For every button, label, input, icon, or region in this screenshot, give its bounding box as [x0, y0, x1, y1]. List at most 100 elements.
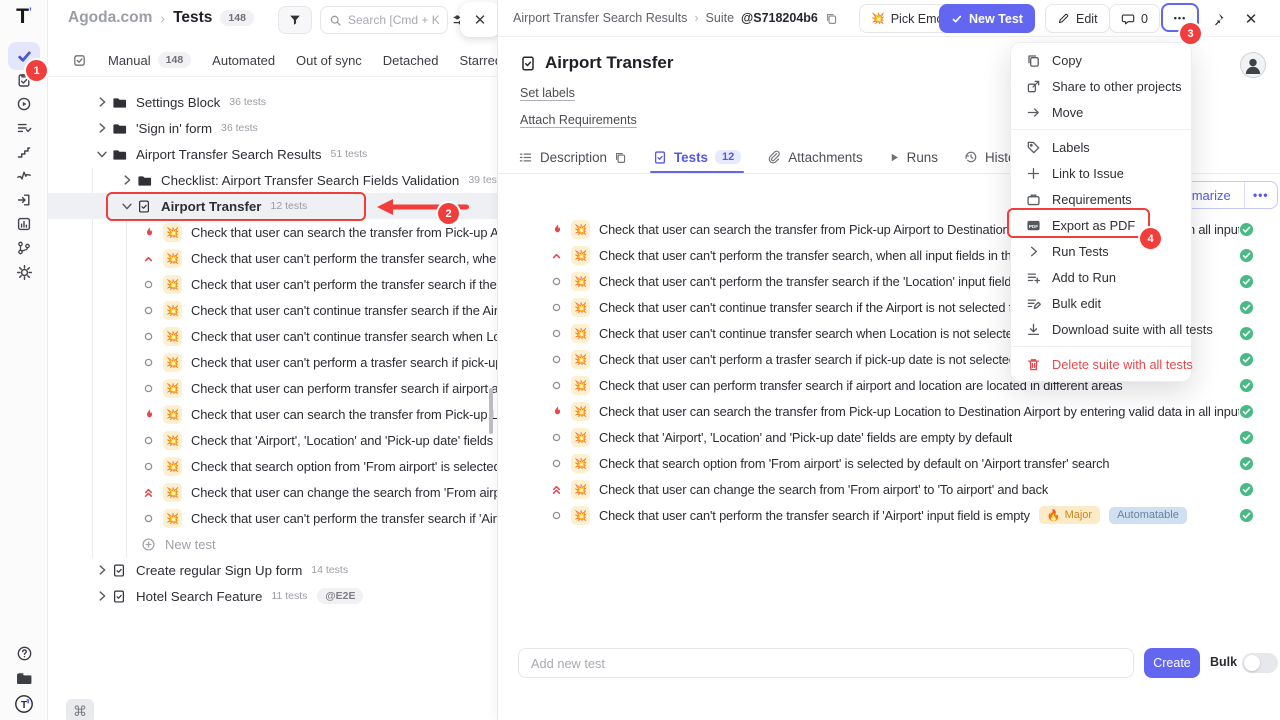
chevron-right-icon[interactable]: [95, 121, 112, 135]
suite-row-airport-transfer-search-results[interactable]: Airport Transfer Search Results 51 tests: [48, 141, 497, 167]
menu-divider: [1011, 129, 1191, 130]
chevron-right-icon[interactable]: [95, 589, 112, 603]
tree-test-row[interactable]: 💥Check that user can search the transfer…: [48, 401, 497, 427]
avatar[interactable]: [1240, 52, 1266, 78]
set-labels-link[interactable]: Set labels: [520, 86, 575, 100]
checklist-icon[interactable]: [8, 116, 40, 140]
check-icon: [951, 13, 963, 25]
suite-row-create-sign-up[interactable]: Create regular Sign Up form 14 tests: [48, 557, 497, 583]
menu-item-download-suite-with-all-tests[interactable]: Download suite with all tests: [1011, 316, 1191, 342]
steps-icon[interactable]: [8, 140, 40, 164]
tree-test-row[interactable]: 💥Check that user can search the transfer…: [48, 219, 497, 245]
filter-tab-detached[interactable]: Detached: [383, 53, 439, 68]
chevron-right-icon[interactable]: [95, 95, 112, 109]
summarize-more-button[interactable]: •••: [1245, 182, 1277, 208]
plan-clipboard-icon[interactable]: [8, 68, 40, 92]
suite-row-settings-block[interactable]: Settings Block 36 tests: [48, 89, 497, 115]
chevron-right-icon[interactable]: [120, 173, 137, 187]
tab-description[interactable]: Description: [518, 141, 627, 173]
test-emoji: 💥: [571, 480, 590, 499]
menu-item-export-as-pdf[interactable]: PDFExport as PDF: [1011, 212, 1191, 238]
settings-gear-icon[interactable]: [8, 260, 40, 284]
projects-folder-icon[interactable]: [15, 669, 33, 687]
filter-tab-automated[interactable]: Automated: [212, 53, 275, 68]
copy-icon[interactable]: [825, 12, 838, 25]
brand-circle-icon[interactable]: T: [14, 694, 34, 714]
filter-tab-out-of-sync[interactable]: Out of sync: [296, 53, 362, 68]
menu-item-add-to-run[interactable]: Add to Run: [1011, 264, 1191, 290]
create-button[interactable]: Create: [1144, 648, 1200, 678]
bulk-toggle[interactable]: [1242, 653, 1278, 673]
test-row[interactable]: 💥Check that user can search the transfer…: [498, 398, 1280, 424]
import-icon[interactable]: [8, 188, 40, 212]
breadcrumb-project[interactable]: Agoda.com: [68, 9, 152, 27]
menu-item-move[interactable]: Move: [1011, 99, 1191, 125]
test-row[interactable]: 💥Check that user can't perform the trans…: [498, 502, 1280, 528]
suite-row-hotel-search[interactable]: Hotel Search Feature 11 tests @E2E: [48, 583, 497, 609]
menu-item-run-tests[interactable]: Run Tests: [1011, 238, 1191, 264]
attach-requirements-link[interactable]: Attach Requirements: [520, 113, 637, 127]
tree-test-row[interactable]: 💥Check that user can change the search f…: [48, 479, 497, 505]
passed-status-icon: [1239, 482, 1254, 497]
test-row[interactable]: 💥Check that user can change the search f…: [498, 476, 1280, 502]
menu-item-copy[interactable]: Copy: [1011, 47, 1191, 73]
filter-tab-manual[interactable]: Manual148: [108, 52, 191, 68]
app-logo[interactable]: T': [0, 5, 48, 29]
tree-test-row[interactable]: 💥Check that user can't continue transfer…: [48, 323, 497, 349]
more-actions-button[interactable]: •••: [1161, 3, 1199, 32]
filter-button[interactable]: [278, 6, 312, 34]
close-suite-button[interactable]: ✕: [1238, 6, 1264, 32]
priority-high-icon: [549, 249, 564, 262]
tab-runs[interactable]: Runs: [889, 141, 938, 173]
help-icon[interactable]: [16, 645, 33, 662]
tree-test-row[interactable]: 💥Check that user can't perform the trans…: [48, 245, 497, 271]
branch-icon[interactable]: [8, 236, 40, 260]
chevron-down-icon[interactable]: [120, 199, 137, 213]
tree-test-row[interactable]: 💥Check that user can't continue transfer…: [48, 297, 497, 323]
copy-icon[interactable]: [614, 151, 627, 164]
comments-button[interactable]: 0: [1109, 4, 1160, 33]
chevron-right-icon[interactable]: [95, 563, 112, 577]
add-test-input[interactable]: [531, 656, 1121, 671]
runs-play-icon[interactable]: [8, 92, 40, 116]
test-row[interactable]: 💥Check that 'Airport', 'Location' and 'P…: [498, 424, 1280, 450]
chevron-down-icon[interactable]: [95, 147, 112, 161]
menu-item-link-to-issue[interactable]: Link to Issue: [1011, 160, 1191, 186]
tree-test-row[interactable]: 💥Check that user can't perform the trans…: [48, 271, 497, 297]
new-test-row[interactable]: New test: [48, 531, 497, 557]
tree-test-row[interactable]: 💥Check that user can perform transfer se…: [48, 375, 497, 401]
menu-item-delete-suite-with-all-tests[interactable]: Delete suite with all tests: [1011, 351, 1191, 377]
passed-status-icon: [1239, 430, 1254, 445]
pin-button[interactable]: [1204, 6, 1230, 32]
tree-scrollbar-thumb[interactable]: [489, 388, 493, 434]
history-icon: [964, 150, 978, 164]
test-row[interactable]: 💥Check that search option from 'From air…: [498, 450, 1280, 476]
select-all-icon[interactable]: [72, 53, 87, 68]
report-icon[interactable]: [8, 212, 40, 236]
menu-item-bulk-edit[interactable]: Bulk edit: [1011, 290, 1191, 316]
menu-item-requirements[interactable]: Requirements: [1011, 186, 1191, 212]
tests-check-icon[interactable]: [8, 42, 40, 70]
tree-test-row[interactable]: 💥Check that 'Airport', 'Location' and 'P…: [48, 427, 497, 453]
suite-breadcrumb-parent[interactable]: Airport Transfer Search Results: [513, 11, 687, 25]
tab-tests[interactable]: Tests 12: [653, 141, 741, 173]
filter-tab-starred[interactable]: Starred: [459, 53, 497, 68]
tree-test-row[interactable]: 💥Check that user can't perform a trasfer…: [48, 349, 497, 375]
search-input[interactable]: [348, 13, 439, 27]
suite-row-checklist[interactable]: Checklist: Airport Transfer Search Field…: [48, 167, 497, 193]
menu-item-share-to-other-projects[interactable]: Share to other projects: [1011, 73, 1191, 99]
new-test-button[interactable]: New Test: [939, 4, 1035, 33]
suite-row-airport-transfer-selected[interactable]: Airport Transfer 12 tests: [48, 193, 497, 219]
close-panel-button[interactable]: ✕: [460, 2, 497, 37]
edit-button[interactable]: Edit: [1045, 4, 1110, 33]
tab-attachments[interactable]: Attachments: [767, 141, 862, 173]
pulse-icon[interactable]: [8, 164, 40, 188]
plus-circle-icon: [141, 537, 156, 552]
search-box[interactable]: [320, 6, 448, 34]
tab-count-badge: 148: [158, 52, 192, 68]
tree-test-row[interactable]: 💥Check that search option from 'From air…: [48, 453, 497, 479]
menu-item-labels[interactable]: Labels: [1011, 134, 1191, 160]
suite-row-sign-in-form[interactable]: 'Sign in' form 36 tests: [48, 115, 497, 141]
suite-label: Airport Transfer: [161, 199, 262, 214]
tree-test-row[interactable]: 💥Check that user can't perform the trans…: [48, 505, 497, 531]
